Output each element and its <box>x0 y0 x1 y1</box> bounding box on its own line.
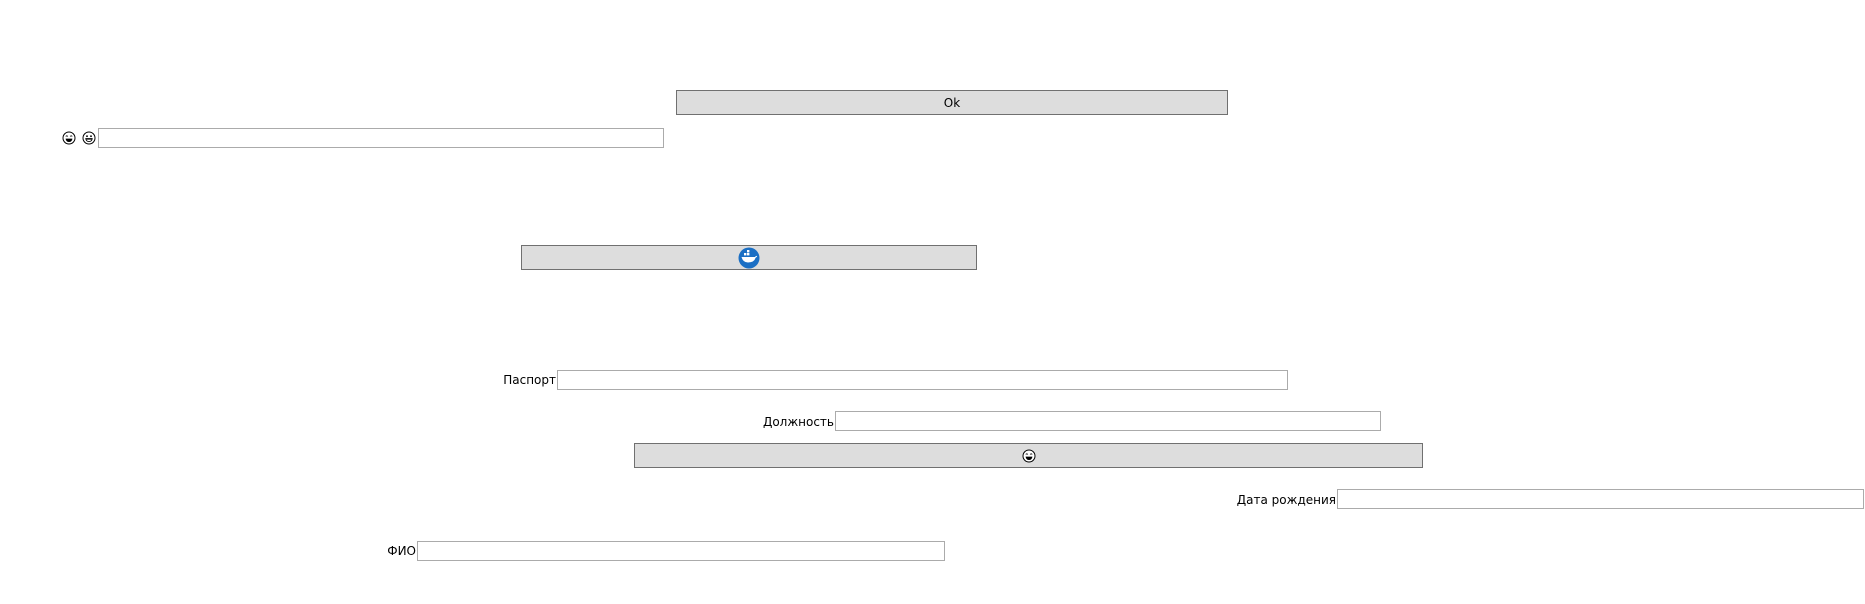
ok-button[interactable]: Ok <box>676 90 1228 115</box>
ok-button-label: Ok <box>943 95 961 110</box>
laughing-face-icon <box>62 131 76 145</box>
image-button[interactable] <box>521 245 977 270</box>
emoji-button[interactable] <box>634 443 1423 468</box>
passport-label: Паспорт <box>503 373 556 387</box>
position-label: Должность <box>762 415 834 429</box>
birth-date-label: Дата рождения <box>1236 493 1336 507</box>
docker-whale-icon <box>738 247 760 269</box>
laughing-face-icon <box>1022 449 1036 463</box>
full-name-field[interactable] <box>417 541 945 561</box>
grinning-face-icon <box>82 131 96 145</box>
passport-field[interactable] <box>557 370 1288 390</box>
position-field[interactable] <box>835 411 1381 431</box>
emoji-row-input[interactable] <box>98 128 664 148</box>
birth-date-field[interactable] <box>1337 489 1864 509</box>
full-name-label: ФИО <box>387 544 416 558</box>
